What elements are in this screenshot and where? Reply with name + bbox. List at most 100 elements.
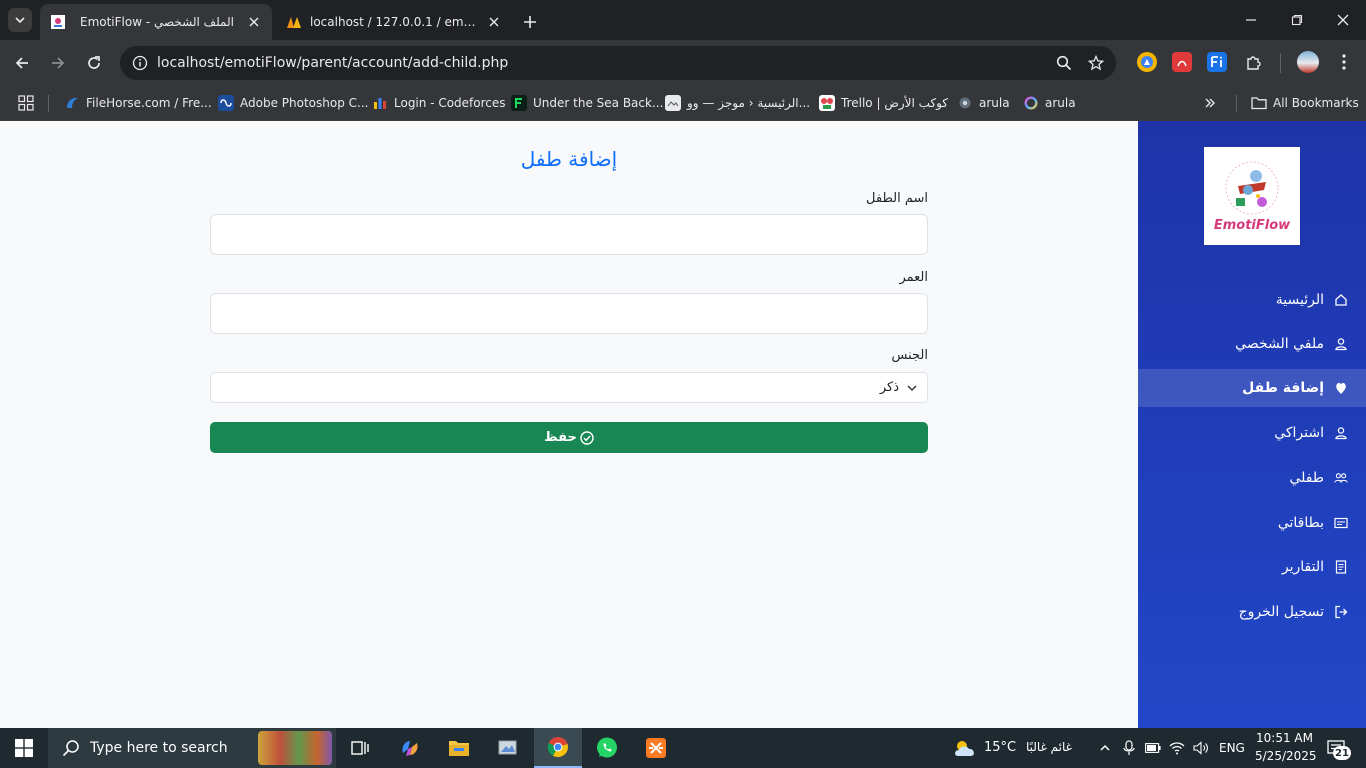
wifi-icon[interactable] [1169,740,1185,756]
site-info-icon[interactable] [128,51,152,75]
weather-cloud-icon[interactable] [952,738,978,758]
phpmyadmin-favicon-icon [286,14,302,30]
bookmark-label: Trello | كوكب الأرض [841,96,949,110]
sidebar-item-cards[interactable]: بطاقاتي [1138,504,1366,542]
sidebar-item-logout[interactable]: تسجيل الخروج [1138,593,1366,631]
bookmark-arula-1[interactable]: arula [957,92,1010,114]
battery-icon[interactable] [1145,740,1161,756]
photos-app-button[interactable] [484,728,532,768]
extension-acrobat-icon[interactable] [1172,52,1192,72]
apps-button[interactable] [18,92,34,114]
bookmark-label: Login - Codeforces [394,96,506,110]
chevron-up-icon[interactable] [1097,740,1113,756]
bookmark-trello[interactable]: Trello | كوكب الأرض [819,92,948,114]
sidebar-item-label: إضافة طفل [1242,380,1324,396]
clock-time[interactable]: 10:51 AM [1256,731,1313,745]
gender-select[interactable]: ذكر [210,372,928,403]
age-input[interactable] [210,293,928,334]
forward-button[interactable] [44,49,72,77]
card-icon [1334,516,1348,530]
reload-button[interactable] [80,49,108,77]
bookmark-filehorse[interactable]: FileHorse.com / Fre... [64,92,212,114]
close-window-button[interactable] [1320,0,1366,40]
url-text[interactable]: localhost/emotiFlow/parent/account/add-c… [157,55,508,71]
zoom-icon[interactable] [1052,51,1076,75]
extensions-puzzle-icon[interactable] [1244,52,1264,72]
save-button[interactable]: حفظ [210,422,928,453]
folder-icon [1251,95,1267,111]
minimize-button[interactable] [1228,0,1274,40]
tab-phpmyadmin[interactable]: localhost / 127.0.0.1 / emotiflow [276,4,512,40]
emotiflow-logo[interactable]: EmotiFlow [1204,147,1300,245]
sidebar-item-subscription[interactable]: اشتراكي [1138,414,1366,452]
restore-button[interactable] [1274,0,1320,40]
child-name-label: اسم الطفل [866,191,928,206]
sidebar-item-reports[interactable]: التقارير [1138,548,1366,586]
sidebar-item-my-child[interactable]: طفلي [1138,459,1366,497]
close-icon [1337,14,1349,26]
gender-selected-value: ذكر [879,380,899,395]
weather-temp[interactable]: 15°C [984,740,1016,755]
bookmark-photoshop[interactable]: Adobe Photoshop C... [218,92,368,114]
logout-icon [1334,605,1348,619]
tab-title: localhost / 127.0.0.1 / emotiflow [310,15,480,29]
star-icon[interactable] [1084,51,1108,75]
xampp-button[interactable] [632,728,680,768]
tab-search-button[interactable] [8,8,32,32]
meet-now-icon[interactable] [1121,740,1137,756]
minimize-icon [1246,19,1256,21]
sidebar-item-profile[interactable]: ملفي الشخصي [1138,325,1366,363]
task-view-icon [351,741,369,755]
more-bookmarks-button[interactable] [1203,92,1217,114]
clock-date[interactable]: 5/25/2025 [1255,749,1317,763]
image-icon [665,95,681,111]
menu-kebab-icon[interactable] [1334,52,1354,72]
sidebar-item-home[interactable]: الرئيسية [1138,281,1366,319]
bookmarks-bar: FileHorse.com / Fre... Adobe Photoshop C… [0,86,1366,121]
file-explorer-button[interactable] [435,728,483,768]
reload-icon [88,56,100,69]
settings-icon [957,95,973,111]
sidebar-item-label: التقارير [1281,559,1324,575]
codeforces-icon [372,95,388,111]
back-button[interactable] [8,49,36,77]
search-icon [62,740,79,757]
extension-fi-icon[interactable] [1207,52,1227,72]
start-button[interactable] [0,728,48,768]
save-label: حفظ [544,430,577,445]
gender-label: الجنس [891,348,928,363]
close-icon[interactable] [486,14,502,30]
weather-description[interactable]: غائم غالبًا [1026,740,1072,754]
language-indicator[interactable]: ENG [1219,741,1245,755]
bookmark-label: Under the Sea Back... [533,96,664,110]
all-bookmarks-label: All Bookmarks [1273,96,1359,110]
taskbar-search[interactable]: Type here to search [48,728,336,768]
copilot-button[interactable] [386,728,434,768]
notification-center-button[interactable]: 21 [1322,738,1352,760]
new-tab-button[interactable] [518,10,542,34]
child-name-input[interactable] [210,214,928,255]
address-bar[interactable]: localhost/emotiFlow/parent/account/add-c… [120,46,1116,80]
sidebar-item-label: الرئيسية [1275,292,1324,308]
extension-compass-icon[interactable] [1137,52,1157,72]
sidebar: EmotiFlow الرئيسية ملفي الشخصي إضافة طفل… [1138,121,1366,728]
whatsapp-button[interactable] [583,728,631,768]
volume-icon[interactable] [1193,740,1209,756]
chrome-button[interactable] [534,728,582,768]
bookmark-mawjaz[interactable]: الرئيسية ‹ موجز — وو... [665,92,810,114]
sidebar-item-add-child[interactable]: إضافة طفل [1138,369,1366,407]
bookmark-arula-2[interactable]: arula [1023,92,1076,114]
home-icon [1334,293,1348,307]
tab-emotiflow[interactable]: EmotiFlow - الملف الشخصي [40,4,272,40]
bookmark-codeforces[interactable]: Login - Codeforces [372,92,506,114]
bookmark-label: FileHorse.com / Fre... [86,96,212,110]
chevron-down-icon [15,17,25,24]
bookmark-freepik[interactable]: Under the Sea Back... [511,92,663,114]
profile-avatar[interactable] [1297,51,1319,73]
sidebar-item-label: اشتراكي [1274,425,1324,441]
close-icon[interactable] [246,14,262,30]
all-bookmarks-button[interactable]: All Bookmarks [1251,92,1359,114]
ring-icon [1023,95,1039,111]
windows-taskbar: Type here to search 15°C غائم غالبًا ENG [0,728,1366,768]
task-view-button[interactable] [336,728,384,768]
